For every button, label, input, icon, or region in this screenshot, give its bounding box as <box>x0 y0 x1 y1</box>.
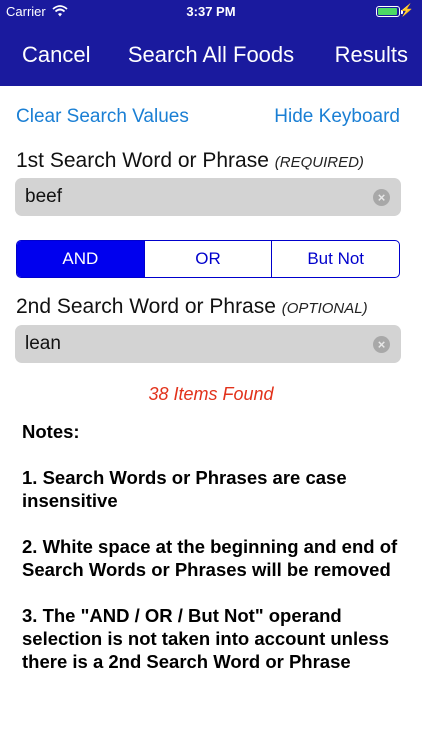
segment-or[interactable]: OR <box>143 241 272 277</box>
search1-hint: (REQUIRED) <box>274 154 364 171</box>
note-item: 2. White space at the beginning and end … <box>22 536 398 580</box>
hide-keyboard-button[interactable]: Hide Keyboard <box>274 106 400 128</box>
results-button[interactable]: Results <box>335 42 408 68</box>
search2-field[interactable]: × <box>15 325 401 363</box>
operand-segmented-control[interactable]: AND OR But Not <box>16 240 400 278</box>
clear-search-values-button[interactable]: Clear Search Values <box>16 106 189 128</box>
note-item: 3. The "AND / OR / But Not" operand sele… <box>22 605 389 672</box>
battery-fill <box>378 8 397 15</box>
search2-label-text: 2nd Search Word or Phrase <box>16 295 276 318</box>
charging-bolt-icon: ⚡ <box>399 3 414 17</box>
clear-search1-icon[interactable]: × <box>373 189 390 206</box>
notes-heading: Notes: <box>22 421 80 442</box>
search1-label-text: 1st Search Word or Phrase <box>16 149 269 172</box>
segment-and[interactable]: AND <box>17 241 144 277</box>
status-bar: Carrier 3:37 PM ⚡ <box>0 0 422 24</box>
battery-icon <box>376 6 403 17</box>
search1-label: 1st Search Word or Phrase (REQUIRED) <box>16 149 364 173</box>
notes-section: Notes: 1. Search Words or Phrases are ca… <box>22 420 412 696</box>
items-found-label: 38 Items Found <box>148 384 274 404</box>
search2-hint: (OPTIONAL) <box>281 300 368 317</box>
search1-field[interactable]: × <box>15 178 401 216</box>
search2-input[interactable] <box>25 325 365 363</box>
clear-search2-icon[interactable]: × <box>373 336 390 353</box>
navigation-bar: Cancel Search All Foods Results <box>0 24 422 86</box>
note-item: 1. Search Words or Phrases are case inse… <box>22 467 347 511</box>
status-time: 3:37 PM <box>186 4 236 19</box>
segment-but-not[interactable]: But Not <box>271 241 399 277</box>
search2-label: 2nd Search Word or Phrase (OPTIONAL) <box>16 295 368 319</box>
search1-input[interactable] <box>25 178 365 216</box>
